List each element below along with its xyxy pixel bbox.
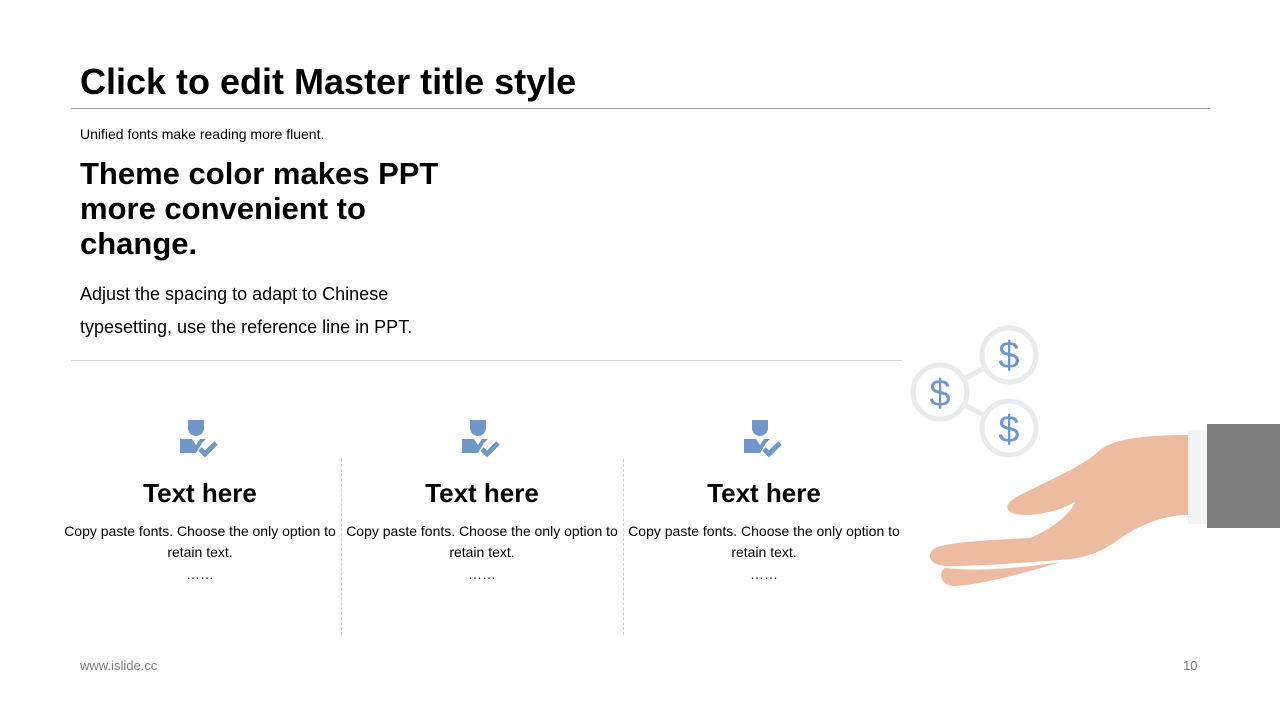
hand-icon: [929, 424, 1280, 586]
title-divider: [71, 108, 1210, 109]
dollar-icon: $: [979, 398, 1039, 458]
column-description[interactable]: Copy paste fonts. Choose the only option…: [623, 521, 905, 563]
feature-column-1: Text here Copy paste fonts. Choose the o…: [59, 415, 341, 583]
dollar-glyph: $: [998, 409, 1019, 451]
column-title[interactable]: Text here: [623, 477, 905, 509]
section-divider: [71, 360, 902, 361]
column-title[interactable]: Text here: [341, 477, 623, 509]
slide-title[interactable]: Click to edit Master title style: [80, 60, 576, 104]
column-ellipsis: ……: [750, 566, 778, 582]
dollar-glyph: $: [929, 373, 950, 415]
businessman-check-icon: [462, 420, 500, 458]
feature-column-2: Text here Copy paste fonts. Choose the o…: [341, 415, 623, 583]
column-ellipsis: ……: [468, 566, 496, 582]
page-number: 10: [1183, 658, 1198, 673]
column-ellipsis: ……: [186, 566, 214, 582]
businessman-check-icon: [180, 420, 218, 458]
footer-url[interactable]: www.islide.cc: [80, 658, 157, 673]
businessman-check-icon: [744, 420, 782, 458]
slide-body-text[interactable]: Adjust the spacing to adapt to Chinese t…: [80, 278, 460, 344]
slide-headline[interactable]: Theme color makes PPT more convenient to…: [80, 156, 480, 261]
dollar-icon: $: [910, 362, 970, 422]
feature-column-3: Text here Copy paste fonts. Choose the o…: [623, 415, 905, 583]
dollar-icon: $: [979, 325, 1039, 385]
column-description[interactable]: Copy paste fonts. Choose the only option…: [59, 521, 341, 563]
column-description[interactable]: Copy paste fonts. Choose the only option…: [341, 521, 623, 563]
dollar-glyph: $: [998, 335, 1019, 377]
column-title[interactable]: Text here: [59, 477, 341, 509]
slide-subtitle[interactable]: Unified fonts make reading more fluent.: [80, 126, 324, 142]
hand-with-coins-illustration: $ $ $: [910, 325, 1280, 586]
